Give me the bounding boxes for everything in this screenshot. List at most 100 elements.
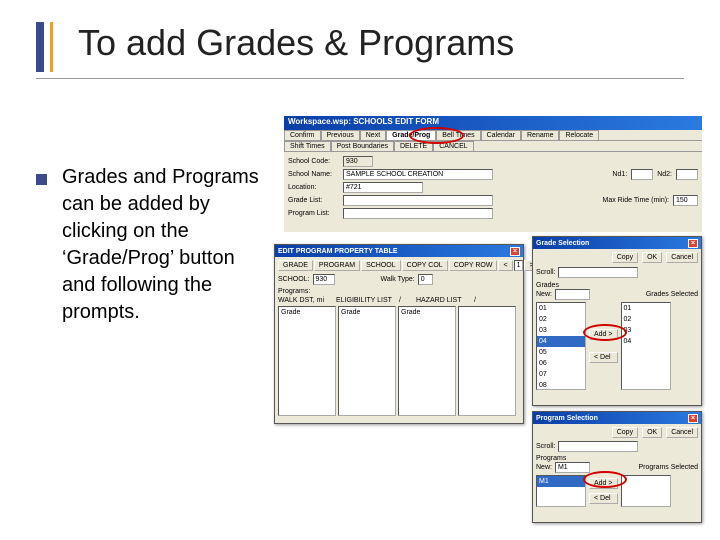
- del-button[interactable]: < Del: [589, 352, 618, 363]
- grades-label: Grades: [536, 282, 698, 289]
- new-program-field[interactable]: M1: [555, 462, 590, 473]
- list-item[interactable]: 04: [622, 336, 670, 347]
- tab-previous[interactable]: Previous: [321, 130, 360, 140]
- tab-grade-prog[interactable]: Grade/Prog: [386, 130, 436, 140]
- maxride-label: Max Ride Time (min):: [602, 197, 669, 204]
- nd2-field[interactable]: [676, 169, 698, 180]
- programs-selected-label: Programs Selected: [638, 464, 698, 471]
- school-name-field[interactable]: SAMPLE SCHOOL CREATION: [343, 169, 493, 180]
- add-button[interactable]: Add >: [589, 478, 618, 489]
- scroll-label: Scroll:: [536, 269, 555, 276]
- col2-v: /: [399, 297, 413, 304]
- program-button[interactable]: PROGRAM: [314, 260, 360, 271]
- list-item[interactable]: 03: [537, 325, 585, 336]
- programs-lbl: Programs:: [278, 288, 520, 295]
- col4-list: [458, 306, 516, 416]
- list-item[interactable]: 07: [537, 369, 585, 380]
- grade-header3: Grade: [399, 307, 455, 318]
- tab-shift-times[interactable]: Shift Times: [284, 141, 331, 151]
- page-title: To add Grades & Programs: [78, 22, 514, 64]
- tab-post-boundaries[interactable]: Post Boundaries: [331, 141, 394, 151]
- nav-pos[interactable]: 1: [514, 260, 524, 271]
- list-item[interactable]: 08: [537, 380, 585, 391]
- program-property-dialog: EDIT PROGRAM PROPERTY TABLE × GRADE PROG…: [274, 244, 524, 424]
- tab-calendar[interactable]: Calendar: [481, 130, 521, 140]
- grade-selection-title: Grade Selection: [536, 240, 589, 247]
- nd1-label: Nd1:: [612, 171, 627, 178]
- tab-relocate[interactable]: Relocate: [559, 130, 599, 140]
- list-item[interactable]: M1: [537, 476, 585, 487]
- maxride-field[interactable]: 150: [673, 195, 698, 206]
- close-icon[interactable]: ×: [510, 247, 520, 256]
- tab-rename[interactable]: Rename: [521, 130, 559, 140]
- program-selection-dialog: Program Selection × Copy OK Cancel Scrol…: [532, 411, 702, 523]
- close-icon[interactable]: ×: [688, 414, 698, 423]
- bullet-icon: [36, 174, 47, 185]
- walk-type-field[interactable]: 0: [418, 274, 433, 285]
- new-grade-field[interactable]: [555, 289, 590, 300]
- list-item[interactable]: 02: [537, 314, 585, 325]
- tab-delete[interactable]: DELETE: [394, 141, 433, 151]
- col3-v: /: [474, 297, 486, 304]
- grade-header2: Grade: [339, 307, 395, 318]
- nd2-label: Nd2:: [657, 171, 672, 178]
- col-eligibility: ELIGIBILITY LIST: [336, 297, 396, 304]
- new-label: New:: [536, 464, 552, 471]
- app-window: Workspace.wsp: SCHOOLS EDIT FORM Confirm…: [284, 116, 702, 526]
- title-underline: [36, 78, 684, 79]
- cancel-button[interactable]: Cancel: [666, 252, 698, 263]
- scroll-label: Scroll:: [536, 443, 555, 450]
- list-item[interactable]: 03: [622, 325, 670, 336]
- location-label: Location:: [288, 184, 343, 191]
- list-item[interactable]: 06: [537, 358, 585, 369]
- del-button[interactable]: < Del: [589, 493, 618, 504]
- location-field[interactable]: #721: [343, 182, 423, 193]
- school-code-field: 930: [343, 156, 373, 167]
- scroll-field[interactable]: [558, 267, 638, 278]
- school-button[interactable]: SCHOOL: [361, 260, 401, 271]
- scroll-field[interactable]: [558, 441, 638, 452]
- ok-button[interactable]: OK: [642, 427, 662, 438]
- list-item[interactable]: 01: [537, 303, 585, 314]
- grade-list-label: Grade List:: [288, 197, 343, 204]
- add-button[interactable]: Add >: [589, 329, 618, 340]
- grade-button[interactable]: GRADE: [278, 260, 313, 271]
- grades-listbox[interactable]: 01 02 03 04 05 06 07 08: [536, 302, 586, 390]
- copy-col-button[interactable]: COPY COL: [402, 260, 448, 271]
- list-item[interactable]: 04: [537, 336, 585, 347]
- list-item[interactable]: 01: [622, 303, 670, 314]
- program-list-label: Program List:: [288, 210, 343, 217]
- programs-selected-listbox[interactable]: [621, 475, 671, 507]
- programs-listbox[interactable]: M1: [536, 475, 586, 507]
- program-property-title: EDIT PROGRAM PROPERTY TABLE: [278, 248, 398, 255]
- tab-next[interactable]: Next: [360, 130, 386, 140]
- prev-button[interactable]: <: [498, 260, 512, 271]
- tab-bell-times[interactable]: Bell Times: [436, 130, 480, 140]
- tab-confirm[interactable]: Confirm: [284, 130, 321, 140]
- list-item[interactable]: 05: [537, 347, 585, 358]
- slide-accent-bar: [36, 22, 44, 72]
- copy-button[interactable]: Copy: [612, 252, 638, 263]
- new-label: New:: [536, 291, 552, 298]
- ok-button[interactable]: OK: [642, 252, 662, 263]
- grades-selected-listbox[interactable]: 01 02 03 04: [621, 302, 671, 390]
- school-form: School Code: 930 School Name: SAMPLE SCH…: [284, 152, 702, 232]
- close-icon[interactable]: ×: [688, 239, 698, 248]
- cancel-button[interactable]: Cancel: [666, 427, 698, 438]
- tab-row-1: Confirm Previous Next Grade/Prog Bell Ti…: [284, 130, 702, 141]
- grade-selection-titlebar: Grade Selection ×: [533, 237, 701, 249]
- school-code-val2: 930: [313, 274, 335, 285]
- tab-cancel[interactable]: CANCEL: [433, 141, 473, 151]
- window-titlebar: Workspace.wsp: SCHOOLS EDIT FORM: [284, 116, 702, 130]
- grade-list-field[interactable]: [343, 195, 493, 206]
- program-list-field[interactable]: [343, 208, 493, 219]
- grade-selection-dialog: Grade Selection × Copy OK Cancel Scroll:…: [532, 236, 702, 406]
- nd1-field[interactable]: [631, 169, 653, 180]
- programs-label: Programs: [536, 455, 698, 462]
- list-item[interactable]: 02: [622, 314, 670, 325]
- program-selection-titlebar: Program Selection ×: [533, 412, 701, 424]
- school-code-label: School Code:: [288, 158, 343, 165]
- copy-row-button[interactable]: COPY ROW: [449, 260, 498, 271]
- grades-selected-label: Grades Selected: [646, 291, 698, 298]
- copy-button[interactable]: Copy: [612, 427, 638, 438]
